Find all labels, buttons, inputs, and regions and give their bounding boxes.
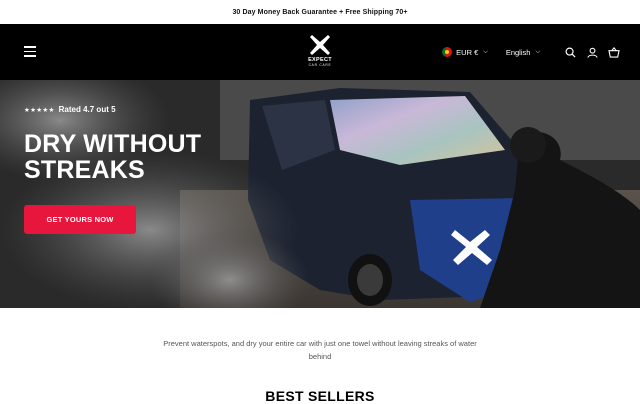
rating: ★★★★★ Rated 4.7 out 5	[24, 105, 116, 114]
header-actions: EUR € ⌵ English ⌵	[442, 24, 620, 80]
best-sellers-heading: BEST SELLERS	[265, 388, 375, 404]
site-header: EXPECT CAR CARE EUR € ⌵ English ⌵	[0, 24, 640, 80]
rating-text: Rated 4.7 out 5	[58, 105, 116, 114]
account-icon[interactable]	[586, 46, 598, 58]
cart-icon[interactable]	[608, 46, 620, 58]
currency-selector[interactable]: EUR € ⌵	[442, 47, 488, 57]
chevron-down-icon: ⌵	[535, 48, 540, 55]
logo-x-icon	[310, 35, 330, 55]
announcement-text: 30 Day Money Back Guarantee + Free Shipp…	[232, 8, 408, 16]
language-selector[interactable]: English ⌵	[506, 48, 540, 57]
announcement-bar: 30 Day Money Back Guarantee + Free Shipp…	[0, 0, 640, 24]
chevron-down-icon: ⌵	[483, 48, 488, 55]
get-yours-now-button[interactable]: GET YOURS NOW	[24, 205, 136, 234]
tagline: Prevent waterspots, and dry your entire …	[163, 339, 477, 361]
hero-image	[0, 80, 640, 308]
search-icon[interactable]	[564, 46, 576, 58]
star-rating-icon: ★★★★★	[24, 106, 55, 114]
hero-title: DRY WITHOUT STREAKS	[24, 130, 202, 184]
hero-banner: ★★★★★ Rated 4.7 out 5 DRY WITHOUT STREAK…	[0, 80, 640, 308]
logo-subtitle: CAR CARE	[308, 63, 332, 67]
menu-icon[interactable]	[24, 46, 36, 57]
portugal-flag-icon	[442, 47, 453, 57]
logo[interactable]: EXPECT CAR CARE	[303, 34, 337, 67]
language-label: English	[505, 47, 531, 57]
currency-label: EUR €	[456, 47, 479, 57]
